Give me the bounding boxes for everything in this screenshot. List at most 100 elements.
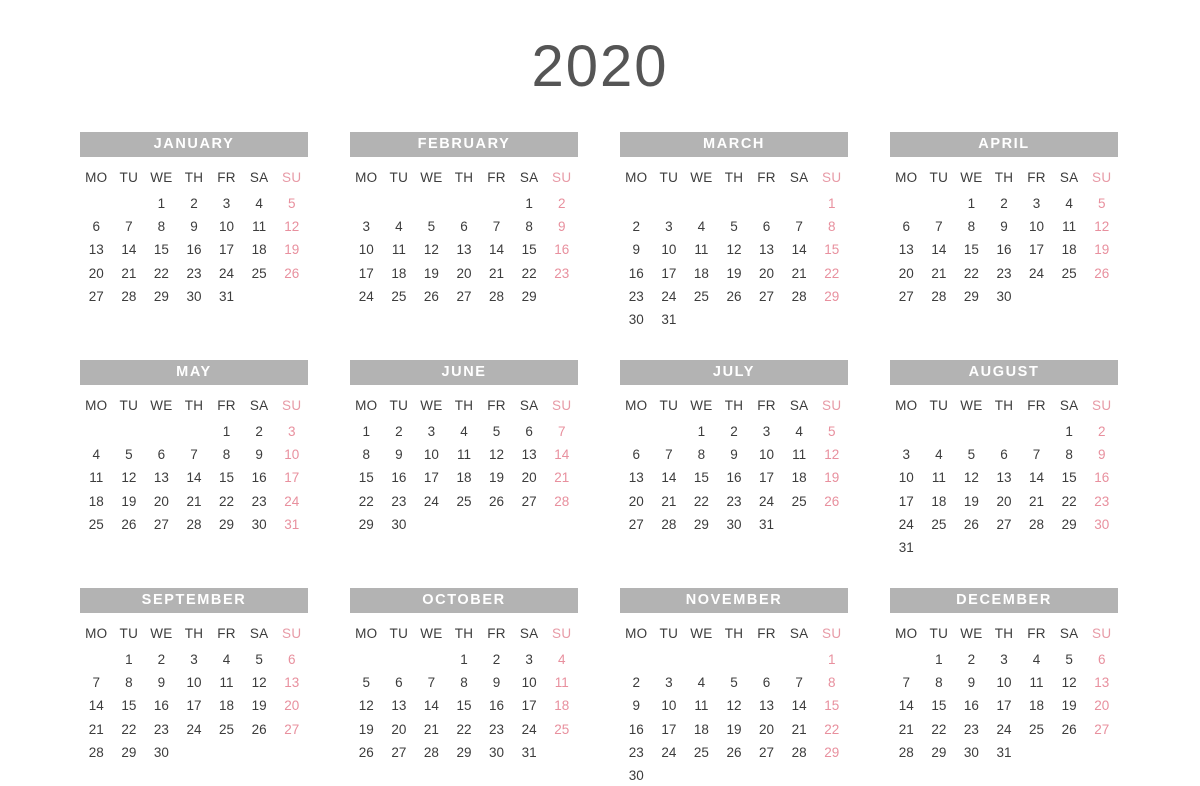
day-cell[interactable]: 25	[448, 490, 481, 513]
day-cell[interactable]: 20	[383, 718, 416, 741]
day-cell[interactable]: 30	[383, 513, 416, 536]
day-cell[interactable]: 9	[383, 443, 416, 466]
day-cell[interactable]: 8	[145, 215, 178, 238]
day-cell[interactable]: 6	[275, 648, 308, 671]
day-cell[interactable]: 15	[113, 694, 146, 717]
day-cell[interactable]: 13	[80, 238, 113, 261]
day-cell[interactable]: 28	[783, 285, 816, 308]
day-cell[interactable]: 21	[480, 262, 513, 285]
day-cell[interactable]: 20	[513, 466, 546, 489]
day-cell[interactable]: 26	[113, 513, 146, 536]
day-cell[interactable]: 24	[513, 718, 546, 741]
day-cell[interactable]: 26	[1053, 718, 1086, 741]
day-cell[interactable]: 14	[113, 238, 146, 261]
day-cell[interactable]: 1	[685, 420, 718, 443]
day-cell[interactable]: 23	[545, 262, 578, 285]
day-cell[interactable]: 2	[988, 192, 1021, 215]
day-cell[interactable]: 5	[718, 215, 751, 238]
day-cell[interactable]: 1	[815, 648, 848, 671]
day-cell[interactable]: 24	[415, 490, 448, 513]
day-cell[interactable]: 8	[113, 671, 146, 694]
day-cell[interactable]: 24	[350, 285, 383, 308]
day-cell[interactable]: 29	[1053, 513, 1086, 536]
day-cell[interactable]: 22	[210, 490, 243, 513]
day-cell[interactable]: 25	[1053, 262, 1086, 285]
day-cell[interactable]: 26	[350, 741, 383, 764]
day-cell[interactable]: 2	[145, 648, 178, 671]
day-cell[interactable]: 23	[178, 262, 211, 285]
day-cell[interactable]: 12	[480, 443, 513, 466]
day-cell[interactable]: 21	[545, 466, 578, 489]
day-cell[interactable]: 1	[923, 648, 956, 671]
day-cell[interactable]: 2	[620, 215, 653, 238]
day-cell[interactable]: 12	[955, 466, 988, 489]
day-cell[interactable]: 27	[890, 285, 923, 308]
day-cell[interactable]: 27	[275, 718, 308, 741]
day-cell[interactable]: 19	[415, 262, 448, 285]
day-cell[interactable]: 16	[620, 262, 653, 285]
day-cell[interactable]: 7	[1020, 443, 1053, 466]
day-cell[interactable]: 31	[988, 741, 1021, 764]
day-cell[interactable]: 4	[685, 671, 718, 694]
day-cell[interactable]: 25	[383, 285, 416, 308]
day-cell[interactable]: 23	[620, 285, 653, 308]
day-cell[interactable]: 31	[275, 513, 308, 536]
day-cell[interactable]: 5	[243, 648, 276, 671]
day-cell[interactable]: 22	[350, 490, 383, 513]
day-cell[interactable]: 8	[923, 671, 956, 694]
day-cell[interactable]: 21	[890, 718, 923, 741]
day-cell[interactable]: 20	[890, 262, 923, 285]
day-cell[interactable]: 14	[415, 694, 448, 717]
day-cell[interactable]: 3	[653, 671, 686, 694]
day-cell[interactable]: 3	[1020, 192, 1053, 215]
day-cell[interactable]: 4	[923, 443, 956, 466]
day-cell[interactable]: 22	[113, 718, 146, 741]
day-cell[interactable]: 31	[513, 741, 546, 764]
day-cell[interactable]: 12	[350, 694, 383, 717]
day-cell[interactable]: 7	[480, 215, 513, 238]
day-cell[interactable]: 24	[1020, 262, 1053, 285]
day-cell[interactable]: 13	[750, 238, 783, 261]
day-cell[interactable]: 20	[275, 694, 308, 717]
day-cell[interactable]: 30	[620, 308, 653, 331]
day-cell[interactable]: 5	[415, 215, 448, 238]
day-cell[interactable]: 26	[718, 741, 751, 764]
day-cell[interactable]: 3	[988, 648, 1021, 671]
day-cell[interactable]: 9	[620, 238, 653, 261]
day-cell[interactable]: 28	[653, 513, 686, 536]
day-cell[interactable]: 7	[923, 215, 956, 238]
day-cell[interactable]: 4	[80, 443, 113, 466]
day-cell[interactable]: 18	[545, 694, 578, 717]
day-cell[interactable]: 5	[1053, 648, 1086, 671]
day-cell[interactable]: 23	[1085, 490, 1118, 513]
day-cell[interactable]: 1	[448, 648, 481, 671]
day-cell[interactable]: 30	[1085, 513, 1118, 536]
day-cell[interactable]: 16	[178, 238, 211, 261]
day-cell[interactable]: 20	[448, 262, 481, 285]
day-cell[interactable]: 5	[955, 443, 988, 466]
day-cell[interactable]: 2	[383, 420, 416, 443]
day-cell[interactable]: 18	[80, 490, 113, 513]
day-cell[interactable]: 4	[1053, 192, 1086, 215]
day-cell[interactable]: 19	[815, 466, 848, 489]
day-cell[interactable]: 31	[890, 536, 923, 559]
day-cell[interactable]: 12	[243, 671, 276, 694]
day-cell[interactable]: 28	[415, 741, 448, 764]
day-cell[interactable]: 9	[718, 443, 751, 466]
day-cell[interactable]: 11	[1020, 671, 1053, 694]
day-cell[interactable]: 19	[1085, 238, 1118, 261]
day-cell[interactable]: 7	[890, 671, 923, 694]
day-cell[interactable]: 25	[923, 513, 956, 536]
day-cell[interactable]: 16	[718, 466, 751, 489]
day-cell[interactable]: 5	[718, 671, 751, 694]
day-cell[interactable]: 29	[923, 741, 956, 764]
day-cell[interactable]: 10	[750, 443, 783, 466]
day-cell[interactable]: 25	[1020, 718, 1053, 741]
day-cell[interactable]: 27	[620, 513, 653, 536]
day-cell[interactable]: 5	[350, 671, 383, 694]
day-cell[interactable]: 3	[178, 648, 211, 671]
day-cell[interactable]: 13	[988, 466, 1021, 489]
day-cell[interactable]: 15	[210, 466, 243, 489]
day-cell[interactable]: 29	[815, 285, 848, 308]
day-cell[interactable]: 17	[415, 466, 448, 489]
